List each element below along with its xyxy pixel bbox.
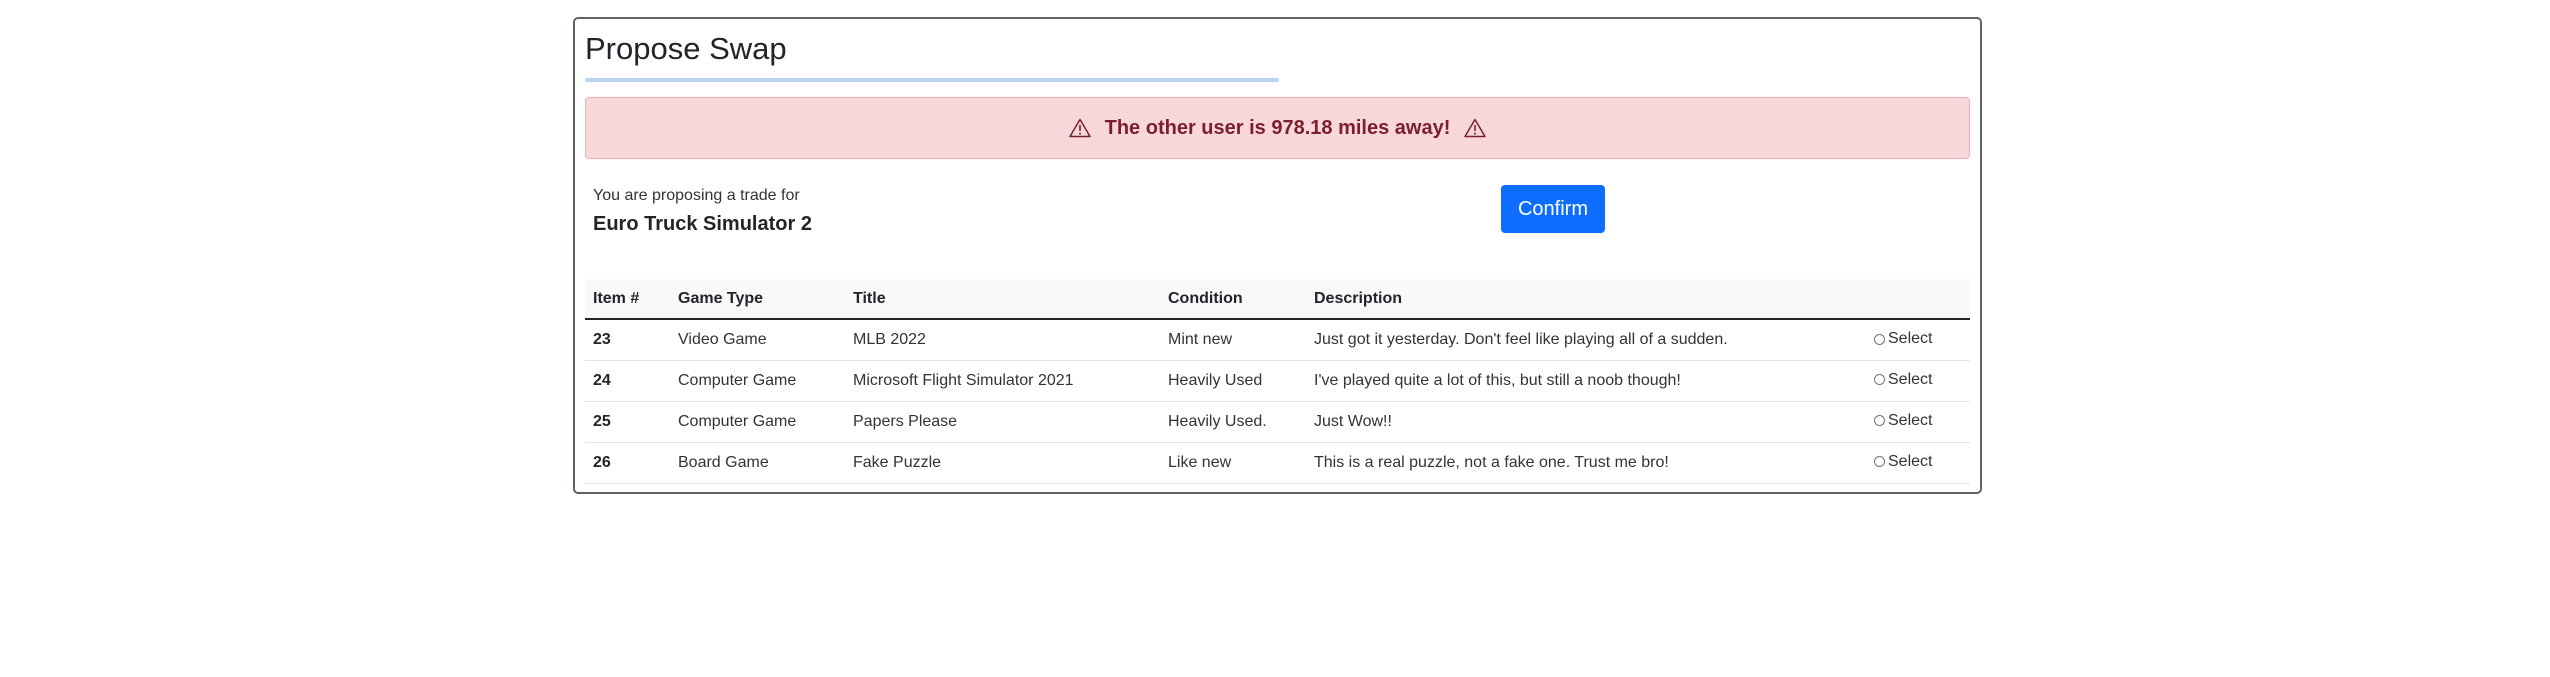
warning-icon [1464,118,1487,138]
select-label: Select [1888,330,1933,347]
items-table: Item # Game Type Title Condition Descrip… [585,279,1970,484]
condition: Heavily Used. [1160,401,1306,443]
game-title: Microsoft Flight Simulator 2021 [845,360,1160,402]
select-radio[interactable] [1874,374,1885,386]
item-number: 23 [585,319,670,361]
select-radio[interactable] [1874,333,1885,345]
select-radio[interactable] [1874,415,1885,427]
proposal-label: You are proposing a trade for [593,187,800,204]
title-underline [585,78,1279,82]
game-title: Fake Puzzle [845,442,1160,484]
game-type: Computer Game [670,401,845,443]
select-cell: Select [1866,360,1970,402]
table-row: 26 Board Game Fake Puzzle Like new This … [585,442,1970,484]
select-label: Select [1888,452,1933,470]
distance-alert: The other user is 978.18 miles away! [585,97,1970,159]
item-number: 24 [585,360,670,402]
description: I've played quite a lot of this, but sti… [1306,360,1866,402]
table-header-row: Item # Game Type Title Condition Descrip… [585,279,1970,320]
header-description: Description [1306,279,1866,320]
item-number: 25 [585,401,670,443]
confirm-button[interactable]: Confirm [1501,185,1605,233]
table-row: 24 Computer Game Microsoft Flight Simula… [585,360,1970,402]
header-item-number: Item # [585,279,670,320]
warning-icon [1068,118,1091,138]
condition: Like new [1160,442,1306,484]
select-cell: Select [1866,319,1970,361]
description: Just got it yesterday. Don't feel like p… [1306,319,1866,361]
select-option[interactable]: Select [1874,412,1932,430]
proposal-game-title: Euro Truck Simulator 2 [593,213,812,235]
alert-text: The other user is 978.18 miles away! [1104,116,1451,139]
game-title: MLB 2022 [845,319,1160,361]
items-table-container: Item # Game Type Title Condition Descrip… [585,279,1970,484]
header-game-type: Game Type [670,279,845,320]
condition: Mint new [1160,319,1306,361]
header-select [1866,279,1970,320]
page-title: Propose Swap [585,31,787,66]
select-option[interactable]: Select [1874,371,1932,389]
table-row: 23 Video Game MLB 2022 Mint new Just got… [585,319,1970,361]
propose-swap-card: Propose Swap The other user is 978.18 mi… [573,17,1982,494]
select-radio[interactable] [1874,456,1885,468]
select-cell: Select [1866,442,1970,484]
game-type: Video Game [670,319,845,361]
select-option[interactable]: Select [1874,453,1932,471]
condition: Heavily Used [1160,360,1306,402]
select-label: Select [1888,411,1933,429]
header-condition: Condition [1160,279,1306,320]
game-type: Computer Game [670,360,845,402]
select-option[interactable]: Select [1874,330,1932,348]
header-title: Title [845,279,1160,320]
table-row: 25 Computer Game Papers Please Heavily U… [585,401,1970,443]
description: This is a real puzzle, not a fake one. T… [1306,442,1866,484]
select-cell: Select [1866,401,1970,443]
description: Just Wow!! [1306,401,1866,443]
select-label: Select [1888,370,1933,388]
game-title: Papers Please [845,401,1160,443]
item-number: 26 [585,442,670,484]
game-type: Board Game [670,442,845,484]
